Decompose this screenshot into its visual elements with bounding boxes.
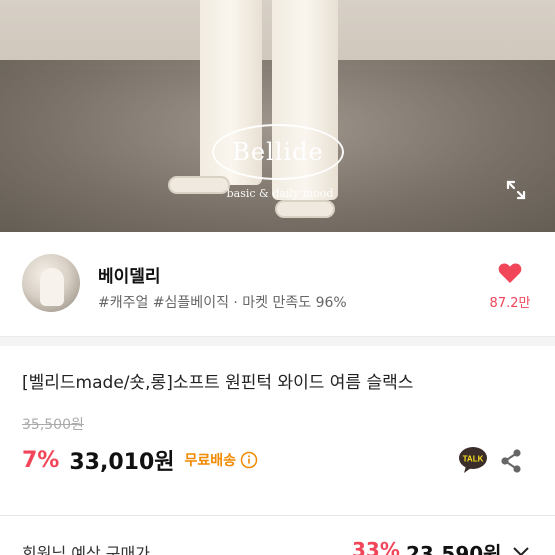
sale-price: 33,010원 [69,450,175,475]
like-count: 87.2만 [489,296,531,311]
product-image[interactable]: Bellide basic & daily mood [0,0,555,232]
member-price-row[interactable]: 회원님 예상 구매가 33% 23,590원 [0,530,555,555]
price-row: 7% 33,010원 무료배송 [22,444,258,476]
member-price-label: 회원님 예상 구매가 [22,544,150,555]
section-divider [0,336,555,346]
original-price: 35,500원 [22,417,84,433]
expand-icon[interactable] [504,178,528,202]
brand-tagline: basic & daily mood [226,187,334,200]
svg-text:TALK: TALK [463,455,484,464]
info-icon[interactable] [240,451,258,469]
seller-section[interactable]: 베이델리 #캐주얼 #심플베이직 · 마켓 만족도 96% 87.2만 [0,232,555,336]
member-discount-rate: 33% [352,538,400,555]
free-shipping-badge: 무료배송 [184,453,237,469]
share-icon[interactable] [499,448,523,474]
brand-logo-text: Bellide [232,138,324,166]
brand-logo: Bellide [212,124,344,180]
avatar-figure [40,268,64,306]
seller-avatar[interactable] [22,254,80,312]
image-sandal-right [275,200,335,218]
member-price: 23,590원 [406,542,502,555]
heart-icon[interactable] [497,261,523,285]
product-title: [벨리드made/숏,롱]소프트 원핀턱 와이드 여름 슬랙스 [22,373,414,393]
section-divider-2 [0,515,555,516]
seller-meta: #캐주얼 #심플베이직 · 마켓 만족도 96% [98,295,347,311]
discount-rate: 7% [22,447,60,473]
chevron-down-icon[interactable] [512,546,530,555]
talk-icon[interactable]: TALK [458,446,488,474]
seller-name[interactable]: 베이델리 [98,262,161,287]
